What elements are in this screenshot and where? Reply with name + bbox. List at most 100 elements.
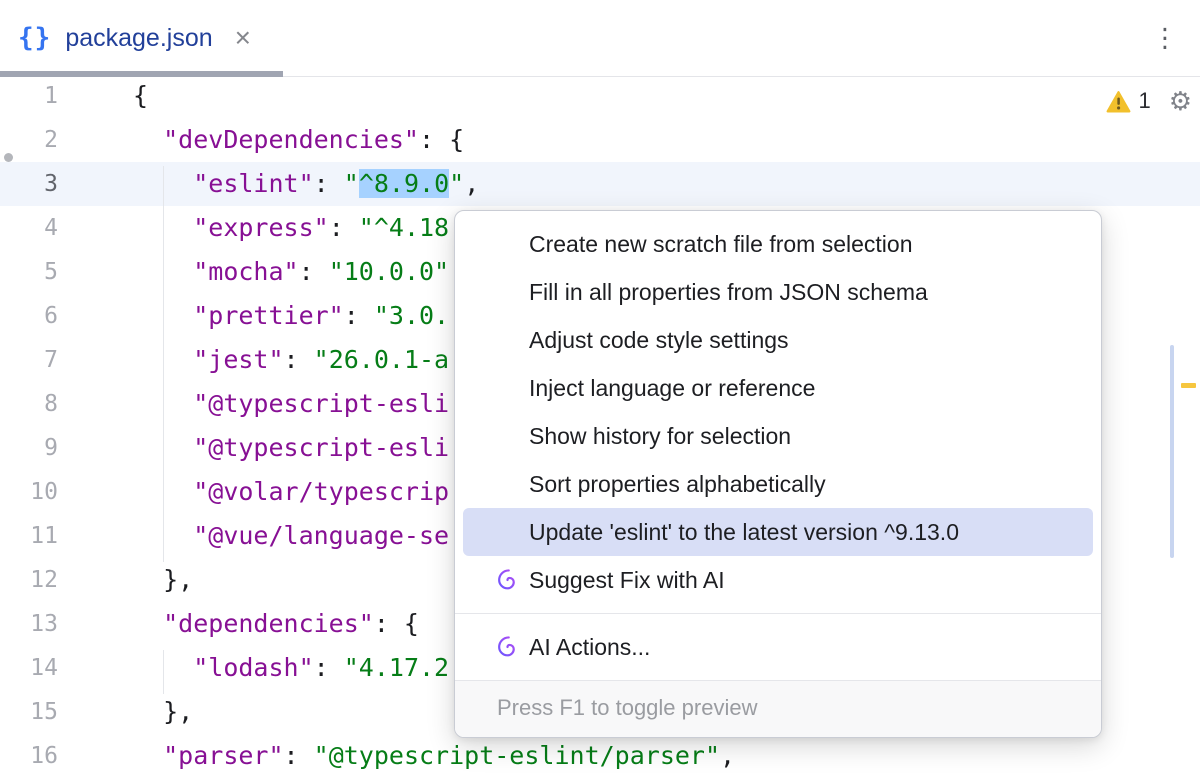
code-text: "parser": "@typescript-eslint/parser", xyxy=(110,734,735,778)
warning-triangle-icon xyxy=(1106,90,1131,113)
code-text: "@volar/typescrip xyxy=(110,470,449,514)
tab-options-kebab-icon[interactable]: ⋮ xyxy=(1152,23,1178,54)
code-line[interactable]: 3 "eslint": "^8.9.0", xyxy=(0,162,1200,206)
code-segment: "3.0. xyxy=(374,301,449,330)
code-text: }, xyxy=(110,690,193,734)
code-segment: " xyxy=(344,169,359,198)
code-segment: }, xyxy=(163,565,193,594)
code-segment: "lodash" xyxy=(193,653,313,682)
menu-item-label: Update 'eslint' to the latest version ^9… xyxy=(529,519,959,545)
context-menu-item[interactable]: Suggest Fix with AI xyxy=(463,556,1093,604)
context-menu-item[interactable]: Inject language or reference xyxy=(463,364,1093,412)
line-number[interactable]: 6 xyxy=(0,294,110,338)
line-number[interactable]: 3 xyxy=(0,162,110,206)
context-menu-item[interactable]: Adjust code style settings xyxy=(463,316,1093,364)
context-menu-item[interactable]: Sort properties alphabetically xyxy=(463,460,1093,508)
code-segment: "express" xyxy=(193,213,328,242)
code-segment: "4.17.2 xyxy=(344,653,449,682)
code-line[interactable]: 2 "devDependencies": { xyxy=(0,118,1200,162)
code-segment xyxy=(133,609,163,638)
code-segment: "devDependencies" xyxy=(163,125,419,154)
selected-text: ^8.9.0 xyxy=(359,169,449,198)
line-number[interactable]: 12 xyxy=(0,558,110,602)
code-segment: "@typescript-esli xyxy=(193,433,449,462)
line-number[interactable]: 8 xyxy=(0,382,110,426)
code-segment: : { xyxy=(419,125,464,154)
code-segment: : xyxy=(314,653,344,682)
menu-item-label: Sort properties alphabetically xyxy=(529,471,826,497)
code-segment: : xyxy=(314,169,344,198)
line-number[interactable]: 4 xyxy=(0,206,110,250)
code-text: "lodash": "4.17.2 xyxy=(110,646,449,690)
context-menu-item[interactable]: Update 'eslint' to the latest version ^9… xyxy=(463,508,1093,556)
menu-item-label: Suggest Fix with AI xyxy=(529,567,725,593)
context-menu-item[interactable]: AI Actions... xyxy=(463,623,1093,671)
code-segment: "parser" xyxy=(163,741,283,770)
menu-separator xyxy=(455,613,1101,614)
code-segment: , xyxy=(720,741,735,770)
menu-footer-hint: Press F1 to toggle preview xyxy=(455,680,1101,737)
scrollbar-thumb[interactable] xyxy=(1170,345,1174,558)
line-number[interactable]: 11 xyxy=(0,514,110,558)
code-segment: "@typescript-esli xyxy=(193,389,449,418)
code-line[interactable]: 16 "parser": "@typescript-eslint/parser"… xyxy=(0,734,1200,778)
line-number[interactable]: 9 xyxy=(0,426,110,470)
code-segment: : xyxy=(344,301,374,330)
code-segment: }, xyxy=(163,697,193,726)
code-segment: "jest" xyxy=(193,345,283,374)
code-text: "prettier": "3.0. xyxy=(110,294,449,338)
warning-badge[interactable]: 1 xyxy=(1106,88,1150,114)
line-number[interactable]: 10 xyxy=(0,470,110,514)
settings-gear-icon[interactable]: ⚙ xyxy=(1169,88,1192,114)
code-segment: "prettier" xyxy=(193,301,344,330)
code-segment: "@typescript-eslint/parser" xyxy=(314,741,720,770)
code-text: "@typescript-esli xyxy=(110,382,449,426)
code-text: "mocha": "10.0.0" xyxy=(110,250,449,294)
code-segment: : { xyxy=(374,609,419,638)
code-segment: "^4.18 xyxy=(359,213,449,242)
warning-count: 1 xyxy=(1138,88,1150,114)
line-number[interactable]: 13 xyxy=(0,602,110,646)
code-segment: : xyxy=(284,345,314,374)
ai-swirl-icon xyxy=(495,568,520,593)
code-segment: : xyxy=(284,741,314,770)
code-segment: "@vue/language-se xyxy=(193,521,449,550)
tab-package-json[interactable]: {} package.json × xyxy=(0,0,277,76)
code-text: "jest": "26.0.1-a xyxy=(110,338,449,382)
ai-swirl-icon xyxy=(495,635,520,660)
line-number[interactable]: 7 xyxy=(0,338,110,382)
indent-guide xyxy=(163,166,164,562)
code-segment: "mocha" xyxy=(193,257,298,286)
context-menu-item[interactable]: Create new scratch file from selection xyxy=(463,220,1093,268)
gutter-dot xyxy=(4,153,13,162)
code-text: "@vue/language-se xyxy=(110,514,449,558)
line-number[interactable]: 5 xyxy=(0,250,110,294)
line-number[interactable]: 14 xyxy=(0,646,110,690)
code-text: "devDependencies": { xyxy=(110,118,464,162)
menu-item-label: Create new scratch file from selection xyxy=(529,231,913,257)
menu-item-label: Fill in all properties from JSON schema xyxy=(529,279,928,305)
context-menu-item[interactable]: Fill in all properties from JSON schema xyxy=(463,268,1093,316)
warning-stripe-mark[interactable] xyxy=(1181,383,1196,388)
inspection-widget: 1 ⚙ xyxy=(1106,88,1192,114)
tab-label: package.json xyxy=(65,24,212,53)
line-number[interactable]: 15 xyxy=(0,690,110,734)
line-number[interactable]: 1 xyxy=(0,74,110,118)
code-text: "@typescript-esli xyxy=(110,426,449,470)
indent-guide xyxy=(163,650,164,694)
code-text: "dependencies": { xyxy=(110,602,419,646)
context-menu-item[interactable]: Show history for selection xyxy=(463,412,1093,460)
code-segment: "@volar/typescrip xyxy=(193,477,449,506)
menu-item-label: Show history for selection xyxy=(529,423,791,449)
line-number[interactable]: 2 xyxy=(0,118,110,162)
code-segment xyxy=(133,697,163,726)
code-segment: : xyxy=(299,257,329,286)
code-segment: " xyxy=(449,169,464,198)
menu-item-label: AI Actions... xyxy=(529,634,650,660)
menu-item-label: Adjust code style settings xyxy=(529,327,789,353)
close-tab-icon[interactable]: × xyxy=(235,24,251,52)
tab-bar: {} package.json × ⋮ xyxy=(0,0,1200,77)
code-line[interactable]: 1{ xyxy=(0,74,1200,118)
code-segment: { xyxy=(133,81,148,110)
line-number[interactable]: 16 xyxy=(0,734,110,778)
